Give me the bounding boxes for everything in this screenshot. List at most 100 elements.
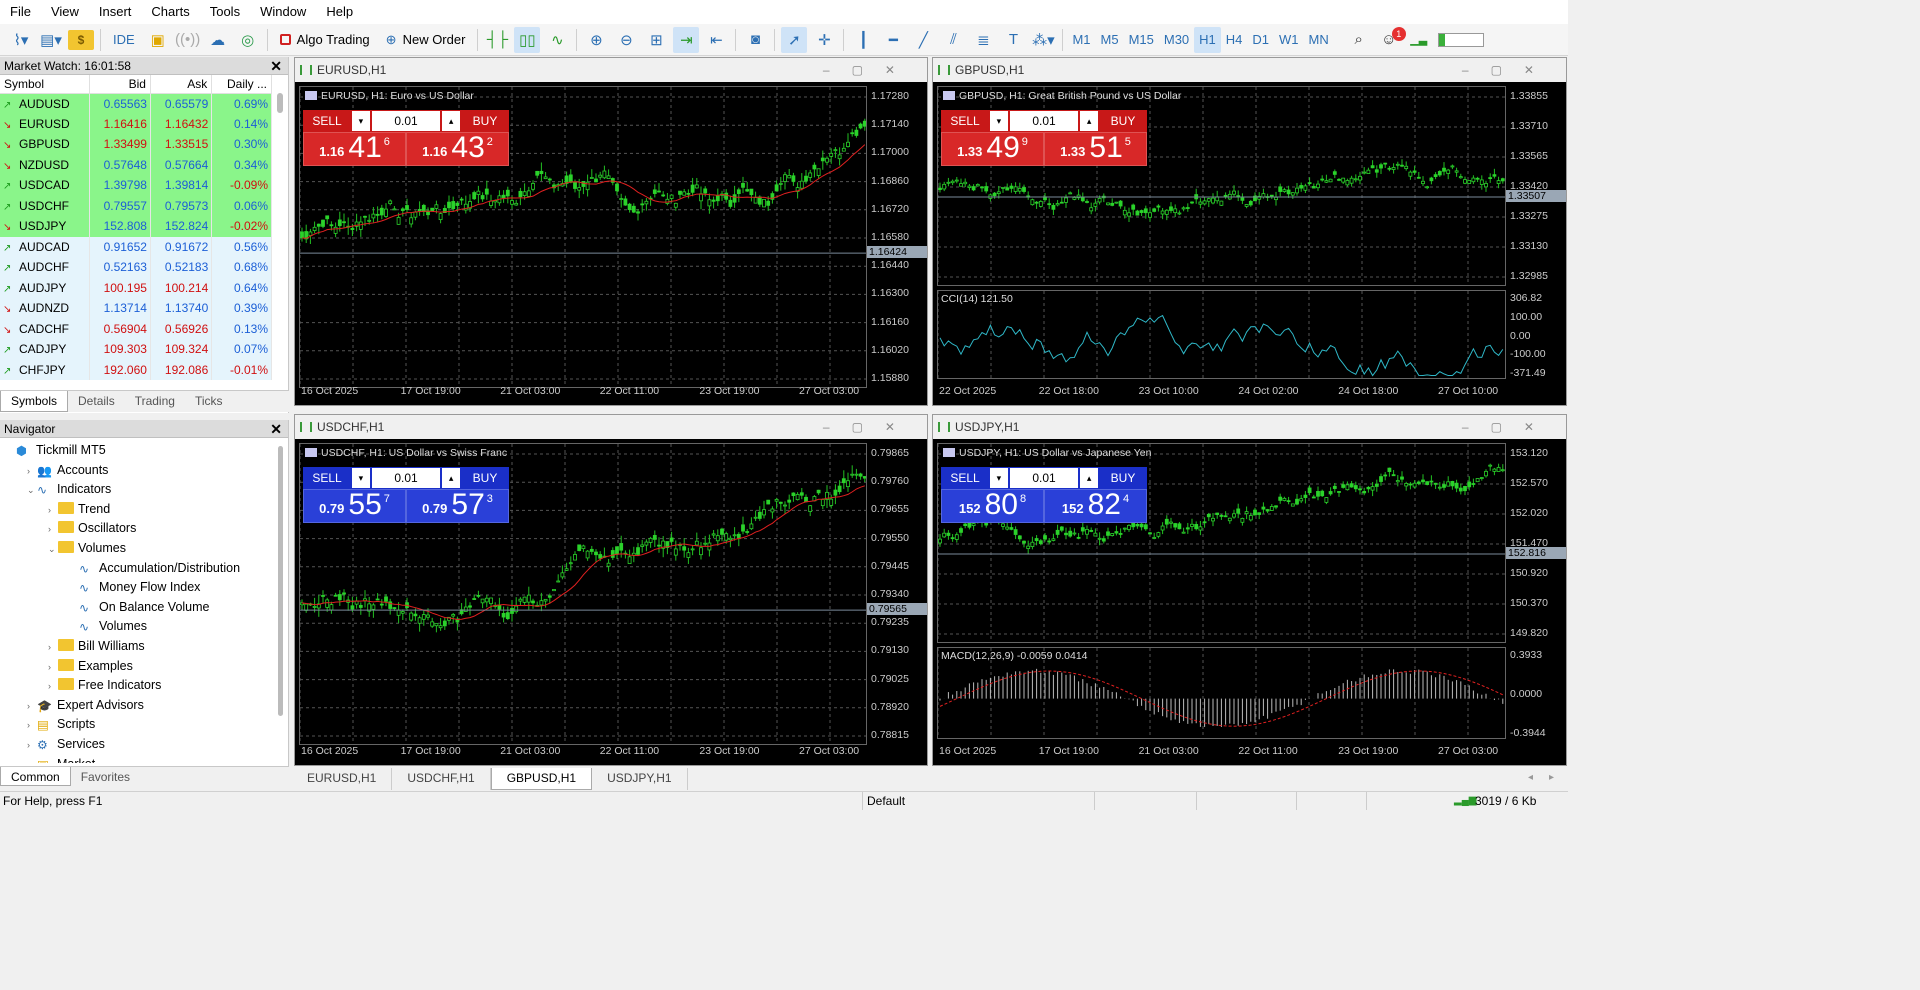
chart-title-bar[interactable]: USDJPY,H1 –▢✕ bbox=[933, 415, 1566, 439]
ask-price-button[interactable]: 152 82 4 bbox=[1044, 489, 1147, 523]
nav-item-oscillators[interactable]: › Oscillators bbox=[0, 519, 288, 539]
chart-tab-usdjpy-h1[interactable]: USDJPY,H1 bbox=[592, 768, 688, 790]
nav-item-volumes[interactable]: ∿ Volumes bbox=[0, 617, 288, 637]
navigator-scrollbar[interactable] bbox=[278, 446, 283, 716]
new-chart-icon[interactable]: ⌇▾ bbox=[8, 27, 34, 53]
timeframe-m30[interactable]: M30 bbox=[1159, 27, 1194, 53]
vps-cloud-icon[interactable]: ☁ bbox=[205, 27, 231, 53]
table-row[interactable]: ↘ USDJPY 152.808 152.824 -0.02% bbox=[0, 216, 272, 237]
table-row[interactable]: ↗ USDCAD 1.39798 1.39814 -0.09% bbox=[0, 175, 272, 196]
bid-price-button[interactable]: 0.79 55 7 bbox=[303, 489, 406, 523]
timeframe-h1[interactable]: H1 bbox=[1194, 26, 1221, 53]
table-row[interactable]: ↗ CADJPY 109.303 109.324 0.07% bbox=[0, 339, 272, 360]
table-row[interactable]: ↗ USDCHF 0.79557 0.79573 0.06% bbox=[0, 195, 272, 216]
chevron-right-icon[interactable]: › bbox=[48, 677, 58, 697]
table-row[interactable]: ↘ NZDUSD 0.57648 0.57664 0.34% bbox=[0, 154, 272, 175]
bid-price-button[interactable]: 1.33 49 9 bbox=[941, 132, 1044, 166]
tab-common[interactable]: Common bbox=[0, 767, 71, 786]
ide-button[interactable]: IDE bbox=[107, 27, 141, 53]
sell-button[interactable]: SELL bbox=[941, 467, 989, 489]
bid-price-button[interactable]: 1.16 41 6 bbox=[303, 132, 406, 166]
column-header[interactable]: Ask bbox=[150, 75, 213, 94]
menu-insert[interactable]: Insert bbox=[89, 0, 142, 24]
horizontal-line-icon[interactable]: ━ bbox=[880, 27, 906, 53]
lot-input[interactable]: 0.01 bbox=[1009, 468, 1079, 488]
zoom-out-icon[interactable]: ⊖ bbox=[613, 27, 639, 53]
search-icon[interactable]: ⌕ bbox=[1346, 27, 1372, 53]
lot-up-icon[interactable]: ▴ bbox=[1080, 468, 1098, 488]
window-controls[interactable]: –▢✕ bbox=[823, 58, 917, 82]
notifications-icon[interactable]: ☺ 1 bbox=[1376, 26, 1406, 53]
lot-down-icon[interactable]: ▾ bbox=[990, 468, 1008, 488]
timeframe-w1[interactable]: W1 bbox=[1274, 27, 1304, 53]
window-controls[interactable]: –▢✕ bbox=[1462, 58, 1556, 82]
sell-button[interactable]: SELL bbox=[941, 110, 989, 132]
chart-tab-gbpusd-h1[interactable]: GBPUSD,H1 bbox=[490, 768, 593, 790]
chevron-right-icon[interactable]: › bbox=[48, 638, 58, 658]
timeframe-d1[interactable]: D1 bbox=[1247, 27, 1274, 53]
nav-item-examples[interactable]: › Examples bbox=[0, 657, 288, 677]
signals-icon[interactable]: ((•)) bbox=[175, 27, 201, 53]
ask-price-button[interactable]: 0.79 57 3 bbox=[406, 489, 509, 523]
buy-button[interactable]: BUY bbox=[1099, 467, 1147, 489]
lot-up-icon[interactable]: ▴ bbox=[1080, 111, 1098, 131]
menu-window[interactable]: Window bbox=[250, 0, 316, 24]
chart-title-bar[interactable]: USDCHF,H1 –▢✕ bbox=[295, 415, 927, 439]
chevron-right-icon[interactable]: › bbox=[27, 716, 37, 736]
lot-input[interactable]: 0.01 bbox=[371, 468, 441, 488]
shapes-icon[interactable]: ⁂▾ bbox=[1030, 27, 1056, 53]
chevron-right-icon[interactable]: › bbox=[48, 658, 58, 678]
new-order-button[interactable]: ⊕ New Order bbox=[380, 27, 472, 53]
chevron-right-icon[interactable]: › bbox=[27, 756, 37, 764]
candlestick-chart-icon[interactable]: ▯▯ bbox=[514, 26, 541, 53]
chart-title-bar[interactable]: EURUSD,H1 –▢✕ bbox=[295, 58, 927, 82]
table-row[interactable]: ↗ AUDUSD 0.65563 0.65579 0.69% bbox=[0, 93, 272, 114]
screenshot-icon[interactable]: ◙ bbox=[742, 27, 768, 53]
sell-button[interactable]: SELL bbox=[303, 110, 351, 132]
menu-file[interactable]: File bbox=[0, 0, 41, 24]
chart-tabs-scroll[interactable]: ◂▸ bbox=[1528, 772, 1570, 783]
nav-item-market[interactable]: ›▣ Market bbox=[0, 755, 288, 764]
timeframe-h4[interactable]: H4 bbox=[1221, 27, 1248, 53]
community-icon[interactable]: ◎ bbox=[235, 27, 261, 53]
nav-item-money-flow-index[interactable]: ∿ Money Flow Index bbox=[0, 578, 288, 598]
timeframe-m1[interactable]: M1 bbox=[1067, 27, 1095, 53]
buy-button[interactable]: BUY bbox=[461, 110, 509, 132]
table-row[interactable]: ↘ EURUSD 1.16416 1.16432 0.14% bbox=[0, 113, 272, 134]
table-row[interactable]: ↗ AUDJPY 100.195 100.214 0.64% bbox=[0, 277, 272, 298]
timeframe-mn[interactable]: MN bbox=[1304, 27, 1334, 53]
lot-down-icon[interactable]: ▾ bbox=[352, 111, 370, 131]
chart-window-chf[interactable]: USDCHF,H1 –▢✕ USDCHF, H1: US Dollar vs Sw… bbox=[294, 414, 928, 766]
bid-price-button[interactable]: 152 80 8 bbox=[941, 489, 1044, 523]
chart-tab-usdchf-h1[interactable]: USDCHF,H1 bbox=[392, 768, 491, 790]
buy-button[interactable]: BUY bbox=[461, 467, 509, 489]
indicator-subwindow[interactable] bbox=[937, 290, 1506, 379]
chevron-right-icon[interactable]: › bbox=[27, 462, 37, 482]
chart-window-gbp[interactable]: GBPUSD,H1 –▢✕ GBPUSD, H1: Great British P… bbox=[932, 57, 1567, 406]
window-controls[interactable]: –▢✕ bbox=[823, 415, 917, 439]
bar-chart-icon[interactable]: ┤├ bbox=[484, 27, 510, 53]
lot-up-icon[interactable]: ▴ bbox=[442, 111, 460, 131]
window-controls[interactable]: –▢✕ bbox=[1462, 415, 1556, 439]
ask-price-button[interactable]: 1.33 51 5 bbox=[1044, 132, 1147, 166]
market-bag-icon[interactable]: ▣ bbox=[145, 27, 171, 53]
lot-input[interactable]: 0.01 bbox=[1009, 111, 1079, 131]
nav-item-accounts[interactable]: › 👥 Accounts bbox=[0, 461, 288, 481]
table-row[interactable]: ↘ CADCHF 0.56904 0.56926 0.13% bbox=[0, 318, 272, 339]
nav-item-indicators[interactable]: ⌄ ∿ Indicators bbox=[0, 480, 288, 500]
chart-profile-icon[interactable]: ▤▾ bbox=[38, 27, 64, 53]
menu-tools[interactable]: Tools bbox=[200, 0, 250, 24]
tab-ticks[interactable]: Ticks bbox=[185, 391, 233, 412]
lot-up-icon[interactable]: ▴ bbox=[442, 468, 460, 488]
nav-item-services[interactable]: › ⚙ Services bbox=[0, 735, 288, 755]
nav-item-accumulation-distribution[interactable]: ∿ Accumulation/Distribution bbox=[0, 559, 288, 579]
tab-favorites[interactable]: Favorites bbox=[71, 767, 140, 786]
chart-title-bar[interactable]: GBPUSD,H1 –▢✕ bbox=[933, 58, 1566, 82]
table-row[interactable]: ↗ AUDCHF 0.52163 0.52183 0.68% bbox=[0, 257, 272, 278]
nav-item-tickmill-mt5[interactable]: ⬢ Tickmill MT5 bbox=[0, 441, 288, 461]
vertical-line-icon[interactable]: ┃ bbox=[850, 27, 876, 53]
chart-window-jpy[interactable]: USDJPY,H1 –▢✕ USDJPY, H1: US Dollar vs Ja… bbox=[932, 414, 1567, 766]
tab-symbols[interactable]: Symbols bbox=[0, 391, 69, 412]
close-icon[interactable]: ✕ bbox=[270, 420, 282, 438]
close-icon[interactable]: ✕ bbox=[270, 57, 282, 75]
